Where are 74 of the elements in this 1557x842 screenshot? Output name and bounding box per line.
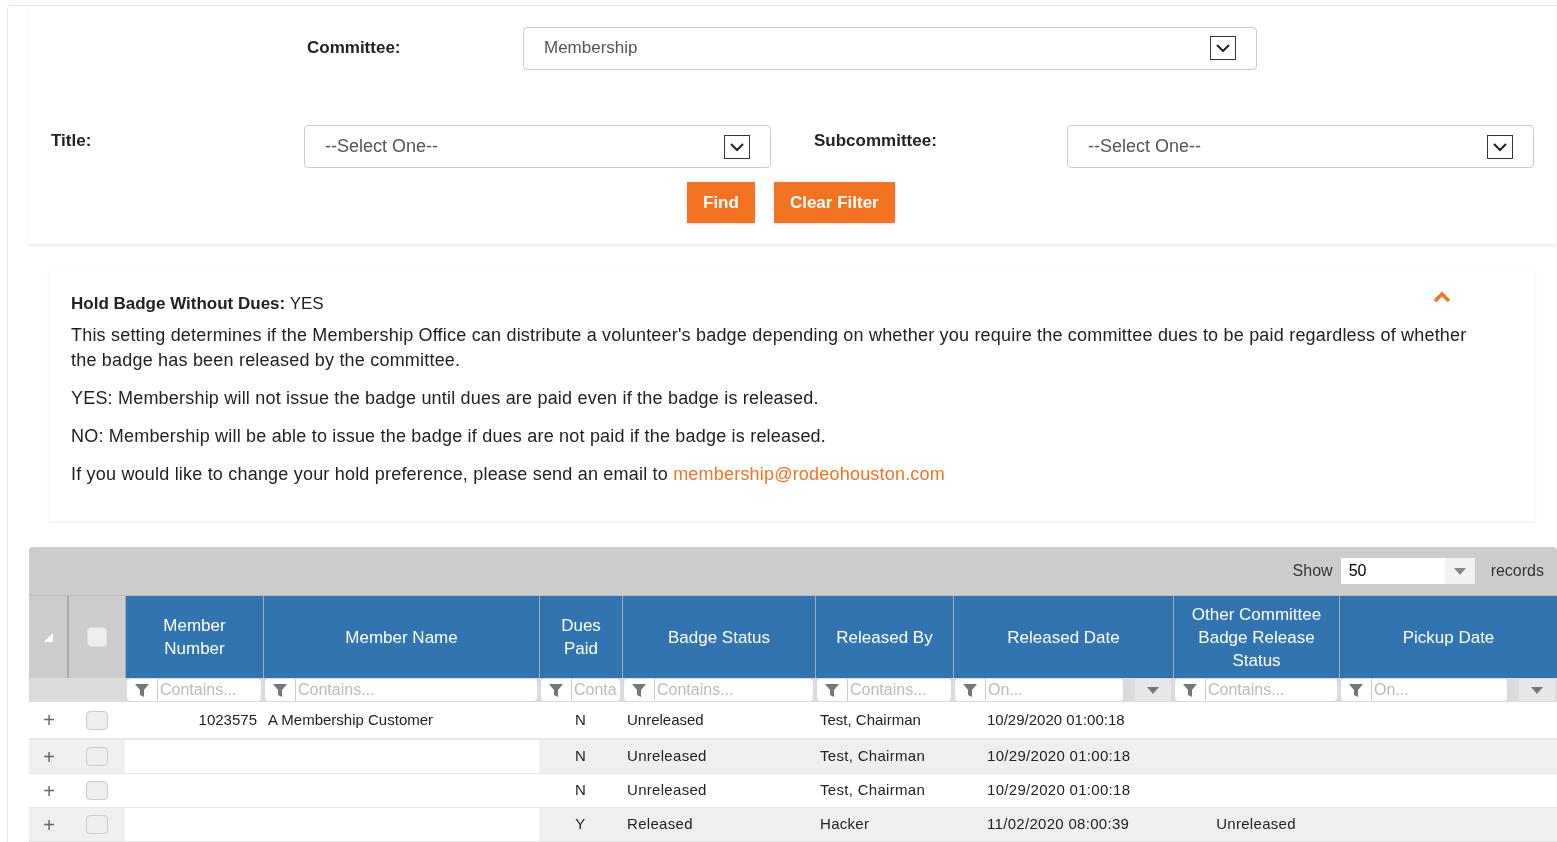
filter-icon (963, 683, 977, 697)
dropdown-icon (1210, 36, 1236, 60)
filter-icon (632, 683, 646, 697)
page-size-select[interactable]: 50 (1340, 558, 1475, 584)
row-checkbox[interactable] (86, 710, 108, 730)
table-cell-text: 1023575 (198, 709, 257, 730)
table-row[interactable]: + N Unreleased Test, Chairman 10/29/2020 01:00:18 (29, 740, 1557, 774)
expand-toggle[interactable]: + (43, 705, 55, 735)
subcommittee-select[interactable]: --Select One-- (1067, 125, 1534, 168)
table-cell-text: Test, Chairman (820, 780, 926, 801)
contact-paragraph: If you would like to change your hold preference, please send an email to membership@rodeohouston.com (71, 462, 946, 486)
table-cell-text: N (575, 709, 586, 730)
table-row[interactable]: + Y Released Hacker 11/02/2020 08:00:39 Unreleased (29, 808, 1557, 842)
filter-icon (273, 683, 287, 697)
table-cell-text: 10/29/2020 01:00:18 (987, 780, 1131, 801)
column-header[interactable]: Member Name (263, 596, 539, 678)
table-cell-text: N (574, 780, 587, 801)
table-cell-text: Unreleased (1216, 814, 1296, 835)
table-cell-text: A Membership Customer (268, 709, 434, 730)
column-header[interactable]: Other Committee Badge Release Status (1173, 596, 1339, 678)
table-cell-text: 10/29/2020 01:00:18 (987, 746, 1131, 767)
table-cell-text: Y (575, 814, 586, 835)
filter-icon (135, 683, 149, 697)
expand-toggle[interactable]: + (43, 741, 55, 772)
column-header[interactable]: Pickup Date (1339, 596, 1557, 678)
filter-icon (825, 683, 839, 697)
table-cell-text: 10/29/2020 01:00:18 (987, 709, 1125, 730)
table-cell-text: Unreleased (627, 709, 704, 730)
title-select[interactable]: --Select One-- (304, 125, 771, 168)
column-header[interactable]: Dues Paid (539, 596, 622, 678)
row-checkbox[interactable] (86, 781, 108, 800)
info-paragraph: YES: Membership will not issue the badge until dues are paid even if the badge is released. (71, 386, 820, 410)
expand-toggle[interactable]: + (43, 775, 55, 806)
table-cell-text: Released (627, 814, 693, 835)
filter-icon (549, 683, 563, 697)
corner-triangle-icon (43, 632, 53, 642)
date-dropdown-button[interactable] (1519, 679, 1555, 701)
column-header[interactable]: Member Number (125, 596, 263, 678)
group-toggle-cell[interactable] (29, 596, 69, 678)
dropdown-icon (724, 134, 750, 159)
table-cell-text: Unreleased (627, 746, 707, 767)
dropdown-icon (1487, 134, 1513, 159)
caret-icon (1444, 558, 1475, 584)
title-label: Title: (51, 130, 93, 152)
table-cell-text: Hacker (820, 814, 870, 835)
subcommittee-label: Subcommittee: (814, 130, 938, 152)
show-label: Show (1292, 561, 1333, 581)
table-cell-text: Test, Chairman (820, 746, 926, 767)
row-checkbox[interactable] (86, 747, 108, 766)
column-header[interactable]: Released By (815, 596, 953, 678)
table-cell-text: N (574, 746, 587, 767)
caret-icon (1147, 686, 1159, 694)
row-checkbox[interactable] (86, 815, 108, 834)
table-cell-text: 11/02/2020 08:00:39 (987, 814, 1130, 835)
committee-select[interactable]: Membership (523, 26, 1257, 70)
records-label: records (1490, 561, 1544, 581)
column-header[interactable]: Released Date (953, 596, 1173, 678)
filter-icon (1183, 683, 1197, 697)
committee-label: Committee: (307, 37, 402, 60)
column-header[interactable]: Badge Status (622, 596, 815, 678)
find-button[interactable]: Find (687, 182, 755, 223)
clear-filter-button[interactable]: Clear Filter (773, 182, 895, 223)
table-cell-text: Unreleased (627, 780, 707, 801)
email-link[interactable]: membership@rodeohouston.com (673, 463, 945, 484)
collapse-caret-icon[interactable] (1433, 291, 1451, 303)
filter-icon (1349, 683, 1363, 697)
setting-heading: Hold Badge Without Dues: YES (71, 293, 324, 315)
info-paragraph: NO: Membership will be able to issue the badge if dues are not paid if the badge is released. (71, 424, 828, 448)
caret-icon (1531, 686, 1543, 694)
info-paragraph: This setting determines if the Membership Office can distribute a volunteer's badge depending on whether you require the committee dues to be paid regardless of whether the badge has been released by the committee. (71, 323, 1468, 372)
table-cell-text: Test, Chairman (820, 709, 921, 730)
date-dropdown-button[interactable] (1135, 679, 1171, 701)
select-all-checkbox[interactable] (87, 627, 107, 647)
expand-toggle[interactable]: + (43, 809, 55, 840)
